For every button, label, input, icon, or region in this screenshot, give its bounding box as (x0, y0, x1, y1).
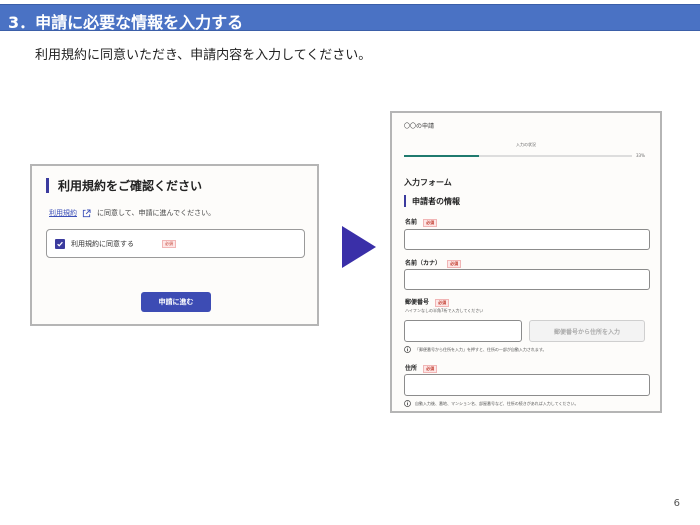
postal-code-label: 郵便番号 必須 (405, 297, 450, 307)
applicant-heading-text: 申請者の情報 (412, 196, 460, 206)
name-label-text: 名前 (405, 219, 418, 226)
terms-heading-text: 利用規約をご確認ください (58, 178, 203, 193)
page-title: 3．申請に必要な情報を入力する (8, 13, 244, 32)
name-kana-label-text: 名前（カナ） (405, 260, 442, 267)
name-kana-input[interactable] (404, 269, 650, 290)
terms-line: 利用規約 に同意して、申請に進んでください。 (49, 208, 215, 218)
form-heading: 入力フォーム (404, 178, 452, 187)
required-badge: 必須 (435, 298, 450, 307)
required-badge: 必須 (162, 240, 176, 248)
header-bar: 3．申請に必要な情報を入力する (0, 4, 700, 32)
terms-heading: 利用規約をご確認ください (46, 177, 202, 193)
progress-bar (404, 155, 632, 157)
address-info-text: 自動入力後、番地、マンション名、部屋番号など、住所の続きがあれば入力してください… (415, 400, 579, 406)
required-badge: 必須 (447, 259, 462, 268)
postal-code-hint: ハイフンなしの半角7桁で入力してください (405, 308, 484, 313)
terms-text: に同意して、申請に進んでください。 (97, 209, 216, 217)
info-icon (404, 346, 411, 353)
progress-label: 入力の状況 (516, 142, 536, 147)
page-number: 6 (673, 498, 680, 509)
postal-info-text: 「郵便番号から住所を入力」を押すと、住所の一部が自動入力されます。 (415, 346, 547, 352)
address-input[interactable] (404, 374, 650, 396)
postal-code-input[interactable] (404, 320, 522, 342)
postal-info-line: 「郵便番号から住所を入力」を押すと、住所の一部が自動入力されます。 (404, 346, 546, 353)
terms-link[interactable]: 利用規約 (49, 208, 77, 218)
name-input[interactable] (404, 229, 650, 250)
external-link-icon[interactable] (82, 208, 91, 218)
agree-checkbox-row[interactable]: 利用規約に同意する 必須 (46, 229, 305, 258)
heading-accent-bar (46, 177, 49, 193)
name-kana-label: 名前（カナ） 必須 (405, 258, 462, 268)
required-badge: 必須 (423, 218, 438, 227)
check-icon (57, 241, 63, 247)
postal-lookup-button[interactable]: 郵便番号から住所を入力 (529, 320, 645, 342)
application-title: 〇〇の申請 (404, 123, 435, 130)
agree-checkbox-label: 利用規約に同意する (71, 240, 134, 248)
required-badge: 必須 (423, 364, 438, 373)
progress-fill (404, 155, 480, 157)
address-info-line: 自動入力後、番地、マンション名、部屋番号など、住所の続きがあれば入力してください… (404, 400, 579, 407)
proceed-button[interactable]: 申請に進む (141, 292, 211, 312)
postal-code-label-text: 郵便番号 (405, 299, 430, 306)
address-label: 住所 必須 (405, 363, 438, 373)
page-subtitle: 利用規約に同意いただき、申請内容を入力してください。 (35, 48, 372, 63)
form-screen-panel: 〇〇の申請 入力の状況 33% 入力フォーム 申請者の情報 名前 必須 名前（カ… (390, 111, 662, 413)
name-label: 名前 必須 (405, 217, 438, 227)
terms-screen-panel: 利用規約をご確認ください 利用規約 に同意して、申請に進んでください。 利用規約… (30, 164, 319, 326)
info-icon (404, 400, 411, 407)
arrow-right-icon (342, 226, 376, 272)
progress-percent: 33% (636, 153, 645, 158)
applicant-section-heading: 申請者の情報 (404, 195, 460, 207)
address-label-text: 住所 (405, 365, 418, 372)
agree-checkbox[interactable] (55, 239, 65, 249)
heading-accent-bar (404, 195, 406, 207)
